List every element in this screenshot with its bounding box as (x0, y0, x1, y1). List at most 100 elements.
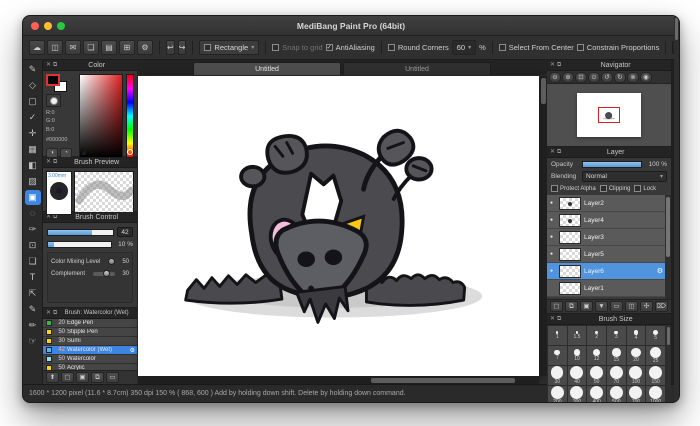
rect-select-tool[interactable]: ▢ (25, 94, 41, 109)
brush-size-cell[interactable]: 40 (567, 366, 587, 385)
title-bar[interactable]: MediBang Paint Pro (64bit) (23, 16, 679, 36)
constrain-proportions-checkbox[interactable]: Constrain Proportions (576, 43, 659, 52)
magic-wand-tool[interactable]: ✓ (25, 110, 41, 125)
brush-opacity-slider[interactable] (47, 241, 112, 248)
clipping-checkbox[interactable]: Clipping (599, 185, 630, 192)
brush-size-cell[interactable]: 12 (587, 346, 606, 365)
upload-brush-icon[interactable]: ⬆ (46, 372, 59, 383)
new-brush-icon[interactable]: ▢ (61, 372, 74, 383)
gradient-tool[interactable]: ▨ (25, 174, 41, 189)
popout-icon[interactable]: ⧉ (557, 316, 561, 322)
complement-slider[interactable] (93, 270, 115, 277)
layer-list-scrollbar[interactable] (665, 195, 671, 299)
close-icon[interactable]: ✕ (46, 62, 51, 68)
antialiasing-checkbox[interactable]: AntiAliasing (325, 43, 375, 52)
panels-icon[interactable]: ⊞ (119, 40, 135, 55)
close-icon[interactable]: ✕ (550, 149, 555, 155)
close-icon[interactable]: ✕ (46, 159, 51, 165)
brush-size-cell[interactable]: 300 (567, 386, 587, 402)
navigator-thumbnail[interactable] (577, 93, 641, 137)
stamp-tool[interactable]: ❏ (25, 254, 41, 269)
layer-visible-dot[interactable]: ● (550, 200, 556, 206)
close-icon[interactable]: ✕ (46, 310, 51, 316)
bucket-tool[interactable]: ◧ (25, 158, 41, 173)
brush-size-cell[interactable]: 700 (626, 386, 646, 402)
layer-settings-icon[interactable]: ⚙ (657, 267, 663, 275)
brush-size-cell[interactable]: 2 (587, 326, 606, 345)
pen-tool[interactable]: ✎ (25, 302, 41, 317)
brush-size-cell[interactable]: 1 (548, 326, 567, 345)
color-mixing-knob[interactable] (108, 258, 115, 265)
brush-size-cell[interactable]: 30 (548, 366, 567, 385)
popout-icon[interactable]: ⧉ (53, 62, 57, 68)
brush-item[interactable]: 30 Sumi (43, 337, 137, 346)
round-corners-value-dropdown[interactable]: 60 ▾ (451, 40, 477, 55)
layer-visible-dot[interactable]: ● (550, 268, 556, 274)
brush-size-cell[interactable]: 10 (567, 346, 587, 365)
comment-icon[interactable]: ✉ (65, 40, 81, 55)
canvas[interactable] (138, 76, 539, 376)
brush-item[interactable]: 50 Watercolor (43, 355, 137, 364)
blending-dropdown[interactable]: Normal ▾ (582, 171, 667, 182)
layer-visible-dot[interactable]: ● (550, 217, 556, 223)
rotate-left-icon[interactable]: ↺ (601, 71, 613, 83)
layer-row[interactable]: ● Layer3 (547, 229, 671, 246)
tab-untitled-1[interactable]: Untitled (193, 62, 341, 75)
camera-icon[interactable]: ◫ (47, 40, 63, 55)
brush-size-cell[interactable]: 500 (606, 386, 626, 402)
brush-settings-icon[interactable]: ⚙ (130, 347, 135, 354)
select-pen-tool[interactable]: ▣ (24, 190, 41, 205)
popout-icon[interactable]: ⧉ (53, 159, 57, 165)
hue-slider-knob[interactable] (127, 148, 133, 155)
popout-icon[interactable]: ⧉ (53, 310, 57, 316)
new-brush-menu-icon[interactable]: ▣ (76, 372, 89, 383)
delete-layer-icon[interactable]: ⌦ (655, 301, 668, 312)
shape-select-dropdown[interactable]: Rectangle ▾ (199, 40, 260, 55)
brush-size-cell[interactable]: 150 (646, 366, 665, 385)
fit-screen-icon[interactable]: ⊡ (575, 71, 587, 83)
new-layer-menu-icon[interactable]: ▼ (595, 301, 608, 312)
layer-row[interactable]: ● Layer6 ⚙ (547, 263, 671, 280)
text-tool[interactable]: T (25, 270, 41, 285)
snap-to-grid-checkbox[interactable]: Snap to grid (272, 43, 323, 52)
protect-alpha-checkbox[interactable]: Protect Alpha (551, 185, 596, 192)
duplicate-layer-icon[interactable]: ⧉ (565, 301, 578, 312)
eyedropper-tool[interactable]: ✑ (25, 222, 41, 237)
zoom-out-icon[interactable]: ⊖ (549, 71, 561, 83)
close-icon[interactable]: ✕ (550, 316, 555, 322)
merge-layer-icon[interactable]: ◫ (625, 301, 638, 312)
popout-icon[interactable]: ⧉ (557, 62, 561, 68)
pencil-tool[interactable]: ✏ (25, 318, 41, 333)
layer-row[interactable]: ● Layer4 (547, 212, 671, 229)
navigator-view[interactable] (547, 84, 671, 146)
brush-size-cell[interactable]: 100 (626, 366, 646, 385)
cloud-icon[interactable]: ☁ (29, 40, 45, 55)
undo-button[interactable]: ↩ (166, 40, 175, 55)
transparent-color-swatch[interactable] (46, 94, 61, 107)
select-move-tool[interactable]: ⇱ (25, 286, 41, 301)
complement-slider-knob[interactable] (102, 270, 110, 277)
document-icon[interactable]: ▤ (101, 40, 117, 55)
layer-convert-icon[interactable]: ✣ (640, 301, 653, 312)
round-corners-checkbox[interactable]: Round Corners (387, 43, 449, 52)
brush-size-cell[interactable]: 25 (646, 346, 665, 365)
tab-untitled-2[interactable]: Untitled (343, 62, 491, 75)
brush-item[interactable]: 50 Acrylic (43, 364, 137, 370)
folder-icon[interactable]: ▭ (610, 301, 623, 312)
brush-size-cell[interactable]: 1.5 (567, 326, 587, 345)
config-icon[interactable]: ⚙ (137, 40, 153, 55)
saturation-value-picker[interactable]: ◢ (79, 74, 123, 158)
brush-size-slider[interactable] (47, 228, 114, 236)
close-icon[interactable]: ✕ (550, 62, 555, 68)
lock-checkbox[interactable]: Lock (634, 185, 656, 192)
new-folder-layer-icon[interactable]: ▣ (580, 301, 593, 312)
foreground-color-swatch[interactable] (46, 74, 60, 86)
brush-size-cell[interactable]: 1000 (646, 386, 665, 402)
brush-size-cell[interactable]: 7 (548, 346, 567, 365)
duplicate-brush-icon[interactable]: ⧉ (91, 372, 104, 383)
flip-icon[interactable]: ⊗ (627, 71, 639, 83)
zoom-in-icon[interactable]: ⊕ (562, 71, 574, 83)
layer-row[interactable]: ● Layer5 (547, 246, 671, 263)
hue-slider[interactable] (126, 74, 134, 158)
navigator-view-rect[interactable] (598, 107, 620, 123)
